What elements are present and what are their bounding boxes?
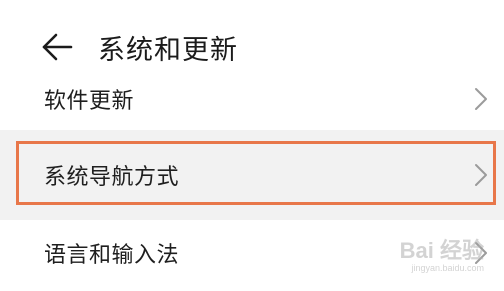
settings-item-software-update[interactable]: 软件更新	[0, 72, 504, 126]
settings-item-label: 软件更新	[44, 89, 135, 114]
watermark-url: jingyan.baidu.com	[411, 263, 484, 273]
back-button[interactable]	[36, 26, 78, 68]
highlight-box	[16, 141, 496, 205]
watermark-brand: Bai 经验	[399, 238, 484, 263]
page-title: 系统和更新	[98, 35, 238, 66]
baidu-watermark: Bai 经验 jingyan.baidu.com	[400, 233, 484, 273]
arrow-left-icon	[42, 33, 73, 61]
settings-screen: 系统和更新 软件更新 系统导航方式 语言和输入法 Bai 经验 jingyan.…	[0, 0, 504, 291]
header: 系统和更新	[0, 18, 504, 74]
settings-item-label: 语言和输入法	[44, 243, 180, 268]
chevron-right-icon	[472, 85, 490, 113]
